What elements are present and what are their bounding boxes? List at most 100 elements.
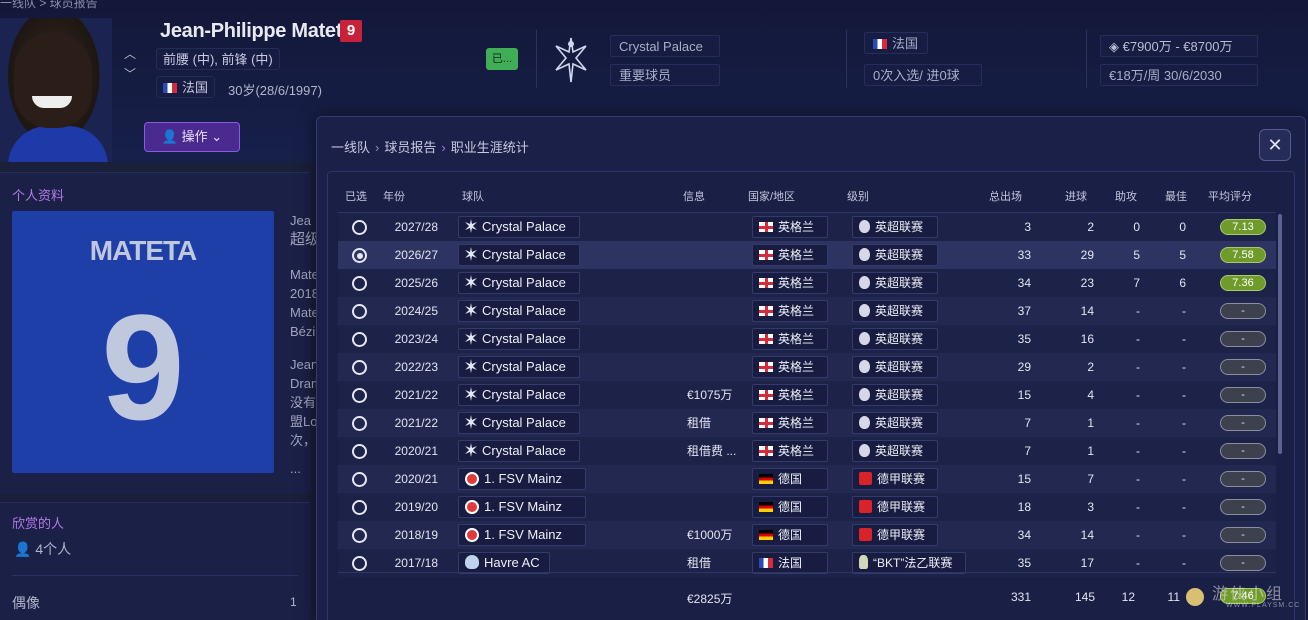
- team-link[interactable]: Crystal Palace: [458, 244, 580, 266]
- team-link[interactable]: Crystal Palace: [458, 440, 580, 462]
- nation-chip[interactable]: 英格兰: [752, 384, 828, 406]
- kit-name: MATETA: [89, 235, 198, 266]
- table-row[interactable]: 2024/25 Crystal Palace 英格兰 英超联赛 37 14 - - -: [338, 297, 1276, 325]
- nation-chip[interactable]: 德国: [752, 524, 828, 546]
- header-apps[interactable]: 总出场: [989, 188, 1022, 204]
- header-goals[interactable]: 进球: [1065, 188, 1087, 204]
- close-button[interactable]: ✕: [1259, 129, 1291, 161]
- select-radio[interactable]: [352, 416, 367, 431]
- table-row[interactable]: 2026/27 Crystal Palace 英格兰 英超联赛 33 29 5 5 7.58: [338, 241, 1276, 269]
- table-row[interactable]: 2021/22 Crystal Palace 租借 英格兰 英超联赛 7 1 - - -: [338, 409, 1276, 437]
- team-link[interactable]: 1. FSV Mainz 05: [458, 524, 586, 562]
- chevron-up-icon[interactable]: ︿: [124, 44, 136, 64]
- club-name[interactable]: Crystal Palace: [610, 35, 720, 57]
- team-link[interactable]: Crystal Palace: [458, 356, 580, 378]
- table-row[interactable]: 2020/21 1. FSV Mainz 05 德国 德甲联赛 15 7 - - -: [338, 465, 1276, 506]
- header-nation[interactable]: 国家/地区: [748, 188, 795, 204]
- season-cell: 2022/23: [394, 360, 438, 374]
- apps-cell: 3: [1024, 220, 1031, 234]
- select-radio[interactable]: [352, 276, 367, 291]
- select-radio[interactable]: [352, 444, 367, 459]
- select-radio[interactable]: [352, 360, 367, 375]
- team-link[interactable]: 1. FSV Mainz 05: [458, 496, 586, 534]
- top-breadcrumb[interactable]: 一线队 > 球员报告: [0, 0, 98, 11]
- header-team[interactable]: 球队: [462, 188, 484, 204]
- crystal-palace-logo-icon[interactable]: [552, 36, 590, 84]
- header-rating[interactable]: 平均评分: [1208, 188, 1252, 204]
- status-badge[interactable]: 已...: [486, 48, 518, 70]
- season-cell: 2025/26: [394, 276, 438, 290]
- select-radio[interactable]: [352, 332, 367, 347]
- table-row[interactable]: 2019/20 1. FSV Mainz 05 德国 德甲联赛 18 3 - - -: [338, 493, 1276, 534]
- table-row[interactable]: 2020/21 Crystal Palace 租借费 ... 英格兰 英超联赛 7 1 - - -: [338, 437, 1276, 465]
- nation-chip[interactable]: 英格兰: [752, 356, 828, 378]
- header-season[interactable]: 年份: [383, 188, 405, 204]
- nation-chip[interactable]: 英格兰: [752, 244, 828, 266]
- table-row[interactable]: 2023/24 Crystal Palace 英格兰 英超联赛 35 16 - - -: [338, 325, 1276, 353]
- division-chip[interactable]: 英超联赛: [852, 356, 938, 378]
- team-link[interactable]: Crystal Palace: [458, 216, 580, 238]
- select-radio[interactable]: [352, 220, 367, 235]
- fans-count-row[interactable]: 👤 4个人: [14, 539, 71, 559]
- nation-chip[interactable]: 德国: [752, 496, 828, 518]
- person-icon: 👤: [14, 541, 32, 557]
- division-chip[interactable]: 英超联赛: [852, 216, 938, 238]
- bio-paragraph-2: Mate 2018 Mate Bézi: [290, 267, 319, 339]
- nation-chip[interactable]: 英格兰: [752, 328, 828, 350]
- division-chip[interactable]: 英超联赛: [852, 244, 938, 266]
- division-chip[interactable]: 英超联赛: [852, 440, 938, 462]
- header-division[interactable]: 级别: [847, 188, 869, 204]
- chevron-down-icon[interactable]: ﹀: [124, 64, 136, 84]
- player-name[interactable]: Jean-Philippe Mateta: [160, 20, 353, 43]
- table-row[interactable]: 2027/28 Crystal Palace 英格兰 英超联赛 3 2 0 0 7.13: [338, 213, 1276, 241]
- division-chip[interactable]: 德甲联赛: [852, 524, 938, 546]
- nation-chip[interactable]: 德国: [752, 468, 828, 490]
- national-team[interactable]: 法国: [864, 32, 928, 54]
- select-radio[interactable]: [352, 500, 367, 515]
- team-link[interactable]: Crystal Palace: [458, 412, 580, 434]
- season-cell: 2023/24: [394, 332, 438, 346]
- select-radio[interactable]: [352, 556, 367, 571]
- table-row[interactable]: 2018/19 1. FSV Mainz 05 €1000万 德国 德甲联赛 34 14 - -…: [338, 521, 1276, 562]
- division-chip[interactable]: 德甲联赛: [852, 496, 938, 518]
- division-chip[interactable]: 英超联赛: [852, 384, 938, 406]
- table-scrollbar[interactable]: [1278, 214, 1282, 454]
- division-chip[interactable]: 英超联赛: [852, 272, 938, 294]
- player-nationality[interactable]: 法国: [156, 76, 216, 98]
- header-pom[interactable]: 最佳: [1165, 188, 1187, 204]
- nation-chip[interactable]: 法国: [752, 552, 828, 574]
- breadcrumb-first-team[interactable]: 一线队: [331, 140, 370, 155]
- nation-chip[interactable]: 英格兰: [752, 412, 828, 434]
- nation-chip[interactable]: 英格兰: [752, 300, 828, 322]
- select-radio[interactable]: [352, 472, 367, 487]
- table-row[interactable]: 2025/26 Crystal Palace 英格兰 英超联赛 34 23 7 6 7.36: [338, 269, 1276, 297]
- team-link[interactable]: 1. FSV Mainz 05: [458, 468, 586, 506]
- bio-more[interactable]: ...: [290, 459, 301, 478]
- team-link[interactable]: Havre AC: [458, 552, 550, 574]
- table-row[interactable]: 2022/23 Crystal Palace 英格兰 英超联赛 29 2 - - -: [338, 353, 1276, 381]
- nation-chip[interactable]: 英格兰: [752, 440, 828, 462]
- division-chip[interactable]: 英超联赛: [852, 300, 938, 322]
- breadcrumb-player-report[interactable]: 球员报告: [384, 140, 436, 155]
- nation-chip[interactable]: 英格兰: [752, 216, 828, 238]
- team-link[interactable]: Crystal Palace: [458, 300, 580, 322]
- header-info[interactable]: 信息: [683, 188, 705, 204]
- division-chip[interactable]: “BKT”法乙联赛: [852, 552, 966, 574]
- idol-label[interactable]: 偶像: [12, 593, 40, 613]
- actions-button[interactable]: 👤 操作 ⌄: [144, 122, 240, 152]
- nation-chip[interactable]: 英格兰: [752, 272, 828, 294]
- select-radio[interactable]: [352, 248, 367, 263]
- division-chip[interactable]: 德甲联赛: [852, 468, 938, 490]
- division-chip[interactable]: 英超联赛: [852, 412, 938, 434]
- select-radio[interactable]: [352, 388, 367, 403]
- table-row[interactable]: 2021/22 Crystal Palace €1075万 英格兰 英超联赛 15 4 - - -: [338, 381, 1276, 409]
- season-cell: 2024/25: [394, 304, 438, 318]
- select-radio[interactable]: [352, 528, 367, 543]
- header-assists[interactable]: 助攻: [1115, 188, 1137, 204]
- team-link[interactable]: Crystal Palace: [458, 272, 580, 294]
- team-link[interactable]: Crystal Palace: [458, 328, 580, 350]
- header-selected[interactable]: 已选: [345, 188, 367, 204]
- team-link[interactable]: Crystal Palace: [458, 384, 580, 406]
- select-radio[interactable]: [352, 304, 367, 319]
- division-chip[interactable]: 英超联赛: [852, 328, 938, 350]
